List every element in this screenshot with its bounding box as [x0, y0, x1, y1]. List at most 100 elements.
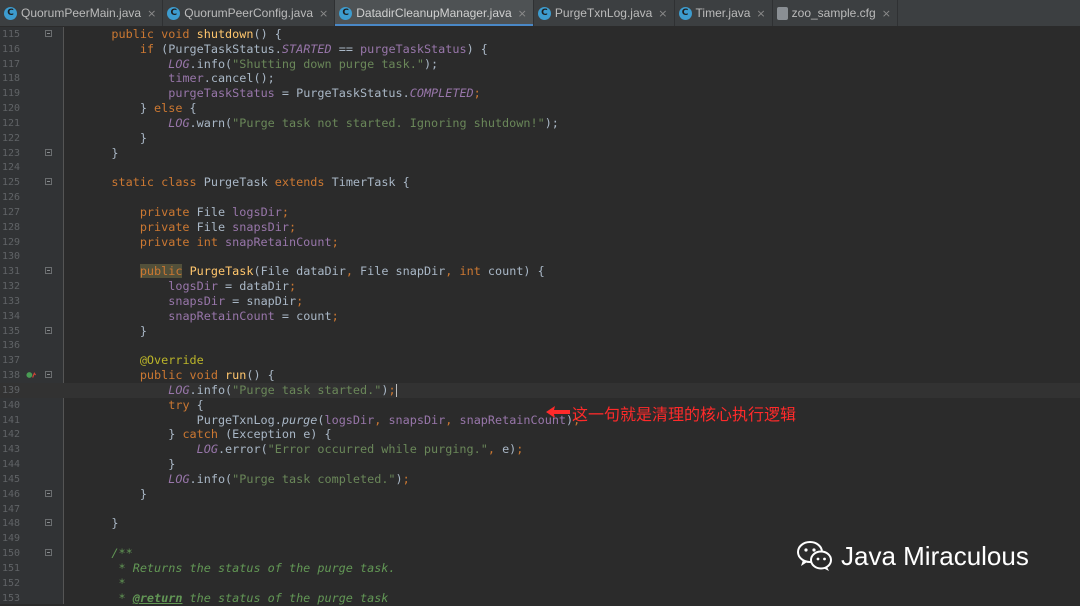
code-token: public	[139, 264, 183, 278]
editor-tab[interactable]: C Timer.java ×	[675, 0, 773, 26]
code-token: @return	[132, 591, 183, 605]
line-number: 126	[1, 192, 20, 203]
line-number: 119	[1, 88, 20, 99]
code-token: ,	[445, 264, 460, 278]
code-token: snapsDir	[232, 220, 289, 234]
fold-marker-icon[interactable]	[45, 549, 52, 556]
code-text: } catch (Exception e) {	[83, 427, 331, 442]
code-text: logsDir = dataDir;	[83, 279, 296, 294]
code-token: }	[83, 457, 176, 471]
code-editor[interactable]: 115 public void shutdown() {116 if (Purg…	[0, 27, 1080, 605]
line-number: 120	[1, 103, 20, 114]
line-number: 150	[1, 548, 20, 559]
code-line: 141 PurgeTxnLog.purge(logsDir, snapsDir,…	[0, 413, 1080, 428]
editor-tab-bar: C QuorumPeerMain.java × C QuorumPeerConfig.j…	[0, 0, 1080, 27]
code-token: File	[196, 220, 233, 234]
code-token: ,	[487, 442, 503, 456]
close-tab-icon[interactable]: ×	[756, 7, 765, 20]
code-token: ) {	[466, 42, 488, 56]
fold-marker-icon[interactable]	[45, 30, 52, 37]
code-line: 131 public PurgeTask(File dataDir, File …	[0, 264, 1080, 279]
code-token: .warn(	[189, 116, 233, 130]
editor-tab[interactable]: C QuorumPeerConfig.java ×	[163, 0, 336, 26]
code-token: () {	[246, 368, 275, 382]
code-line: 135 }	[0, 324, 1080, 339]
code-line: 136	[0, 338, 1080, 353]
code-text: LOG.info("Purge task started.");	[83, 383, 397, 398]
code-token: @Override	[139, 353, 204, 367]
code-token: .error(	[217, 442, 268, 456]
fold-marker-icon[interactable]	[45, 519, 52, 526]
line-number: 148	[1, 518, 20, 529]
fold-marker-icon[interactable]	[45, 149, 52, 156]
code-token: )	[395, 472, 403, 486]
text-caret	[395, 384, 397, 397]
line-number: 146	[1, 489, 20, 500]
editor-tab[interactable]: C PurgeTxnLog.java ×	[534, 0, 675, 26]
close-tab-icon[interactable]: ×	[147, 7, 156, 20]
class-icon: C	[4, 6, 17, 20]
code-line: 120 } else {	[0, 101, 1080, 116]
close-tab-icon[interactable]: ×	[518, 7, 527, 20]
fold-marker-icon[interactable]	[45, 178, 52, 185]
code-token: LOG	[168, 472, 190, 486]
code-token: = snapDir	[225, 294, 297, 308]
code-line: 138 public void run() {	[0, 368, 1080, 383]
tab-label: PurgeTxnLog.java	[554, 6, 653, 20]
code-token: .info(	[189, 383, 233, 397]
code-token: COMPLETED	[409, 86, 474, 100]
code-line: 145 LOG.info("Purge task completed.");	[0, 472, 1080, 487]
line-number: 149	[1, 533, 20, 544]
code-line: 143 LOG.error("Error occurred while purg…	[0, 442, 1080, 457]
code-token: if	[83, 42, 162, 56]
code-token: () {	[253, 27, 282, 41]
line-number: 132	[1, 281, 20, 292]
code-line: 121 LOG.warn("Purge task not started. Ig…	[0, 116, 1080, 131]
fold-marker-icon[interactable]	[45, 371, 52, 378]
fold-marker-icon[interactable]	[45, 327, 52, 334]
code-line: 132 logsDir = dataDir;	[0, 279, 1080, 294]
line-number: 147	[1, 504, 20, 515]
code-token: }	[83, 516, 119, 530]
code-text: timer.cancel();	[83, 71, 275, 86]
code-token: catch	[182, 427, 226, 441]
editor-tab[interactable]: C DatadirCleanupManager.java ×	[335, 0, 534, 26]
code-text: public void run() {	[83, 368, 275, 383]
fold-marker-icon[interactable]	[45, 267, 52, 274]
code-token: "Error occurred while purging."	[267, 442, 488, 456]
code-line: 127 private File logsDir;	[0, 205, 1080, 220]
watermark: Java Miraculous	[797, 540, 1029, 572]
close-tab-icon[interactable]: ×	[882, 7, 891, 20]
code-token: ;	[388, 383, 396, 397]
class-icon: C	[339, 6, 353, 20]
close-tab-icon[interactable]: ×	[658, 7, 667, 20]
code-token: snapRetainCount	[225, 235, 332, 249]
line-number: 144	[1, 459, 20, 470]
code-token: .info(	[189, 472, 233, 486]
editor-tab[interactable]: zoo_sample.cfg ×	[773, 0, 898, 26]
code-text: }	[83, 131, 147, 146]
code-token: File snapDir	[360, 264, 446, 278]
override-marker-icon[interactable]	[26, 370, 36, 380]
close-tab-icon[interactable]: ×	[319, 7, 328, 20]
code-text: if (PurgeTaskStatus.STARTED == purgeTask…	[83, 42, 488, 57]
code-token: logsDir	[232, 205, 282, 219]
tab-label: Timer.java	[695, 6, 751, 20]
fold-marker-icon[interactable]	[45, 490, 52, 497]
code-token: "Purge task completed."	[232, 472, 396, 486]
code-token: /**	[83, 546, 133, 560]
line-number: 118	[1, 73, 20, 84]
code-token: ;	[331, 309, 339, 323]
editor-tab[interactable]: C QuorumPeerMain.java ×	[0, 0, 164, 26]
code-text: * Returns the status of the purge task.	[83, 561, 396, 576]
annotation-arrow-icon	[546, 406, 570, 418]
line-number: 138	[1, 370, 20, 381]
code-token: count) {	[487, 264, 545, 278]
code-token: private	[83, 205, 197, 219]
code-token: );	[423, 57, 439, 71]
